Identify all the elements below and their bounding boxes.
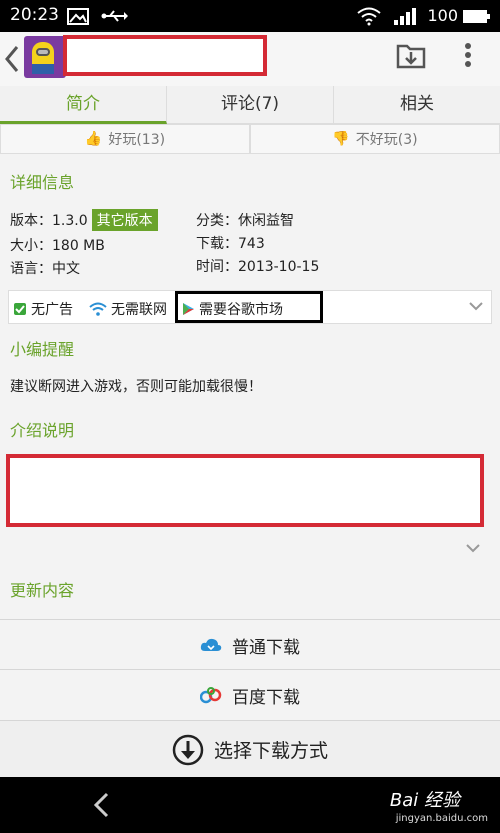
app-avatar — [24, 36, 66, 78]
usb-icon — [101, 10, 128, 22]
download-folder-icon[interactable] — [396, 40, 426, 70]
tab-related[interactable]: 相关 — [334, 86, 500, 124]
baidu-cloud-icon — [200, 687, 222, 704]
normal-download-label: 普通下载 — [232, 637, 300, 658]
category-info: 分类：休闲益智 — [196, 213, 294, 229]
check-shield-icon — [14, 303, 26, 315]
redacted-intro-text — [6, 454, 484, 527]
more-menu-icon[interactable] — [462, 41, 474, 71]
choose-download-label: 选择下载方式 — [213, 740, 328, 762]
dislike-button[interactable]: 👎 不好玩(3) — [250, 124, 500, 154]
redacted-app-title — [63, 35, 267, 76]
expand-chevron-icon[interactable] — [466, 543, 480, 553]
choose-download-method-button[interactable]: 选择下载方式 — [0, 720, 500, 778]
editor-note: 建议断网进入游戏，否则可能加载很慢！ — [10, 379, 262, 395]
version-label: 版本：1.3.0 — [10, 213, 88, 229]
battery-level: 100 — [427, 6, 458, 25]
wifi-icon — [89, 302, 107, 316]
other-version-button[interactable]: 其它版本 — [91, 209, 158, 231]
highlight-box — [175, 291, 323, 323]
watermark-url: jingyan.baidu.com — [395, 813, 488, 824]
battery-icon — [463, 10, 490, 23]
no-network-tag: 无需联网 — [89, 299, 167, 319]
signal-icon — [394, 8, 416, 25]
no-ads-label: 无广告 — [31, 302, 73, 318]
language-info: 语言：中文 — [10, 261, 80, 277]
intro-heading: 介绍说明 — [10, 421, 75, 440]
like-label: 好玩(13) — [108, 132, 166, 148]
thumbs-down-icon: 👎 — [332, 131, 350, 147]
cloud-download-icon — [200, 638, 222, 651]
dislike-label: 不好玩(3) — [355, 132, 418, 148]
chevron-down-icon[interactable] — [469, 301, 483, 311]
tab-intro[interactable]: 简介 — [0, 86, 167, 124]
wifi-icon — [357, 7, 381, 26]
download-circle-icon — [172, 734, 204, 765]
thumbs-up-icon: 👍 — [84, 131, 103, 147]
no-ads-tag: 无广告 — [13, 299, 73, 319]
nav-back-icon[interactable] — [92, 791, 112, 819]
status-time: 20:23 — [10, 5, 59, 25]
watermark-brand: Bai 经验 — [389, 790, 460, 811]
rating-row: 👍 好玩(13) 👎 不好玩(3) — [0, 124, 500, 154]
editor-heading: 小编提醒 — [10, 340, 75, 359]
status-bar: 20:23 100 — [0, 0, 500, 32]
downloads-info: 下载：743 — [196, 236, 265, 252]
back-icon[interactable] — [4, 44, 20, 74]
details-heading: 详细信息 — [10, 173, 75, 192]
version-info: 版本：1.3.0 其它版本 — [10, 209, 158, 231]
size-info: 大小：180 MB — [10, 238, 105, 254]
app-header — [0, 32, 500, 87]
normal-download-button[interactable]: 普通下载 — [0, 619, 500, 670]
update-heading: 更新内容 — [10, 581, 75, 600]
date-info: 时间：2013-10-15 — [196, 259, 320, 275]
no-network-label: 无需联网 — [111, 302, 167, 318]
like-button[interactable]: 👍 好玩(13) — [0, 124, 250, 154]
baidu-download-label: 百度下载 — [232, 687, 300, 708]
image-icon — [67, 8, 89, 25]
baidu-download-button[interactable]: 百度下载 — [0, 669, 500, 720]
tab-bar: 简介 评论(7) 相关 — [0, 86, 500, 124]
tab-comments[interactable]: 评论(7) — [167, 86, 334, 124]
